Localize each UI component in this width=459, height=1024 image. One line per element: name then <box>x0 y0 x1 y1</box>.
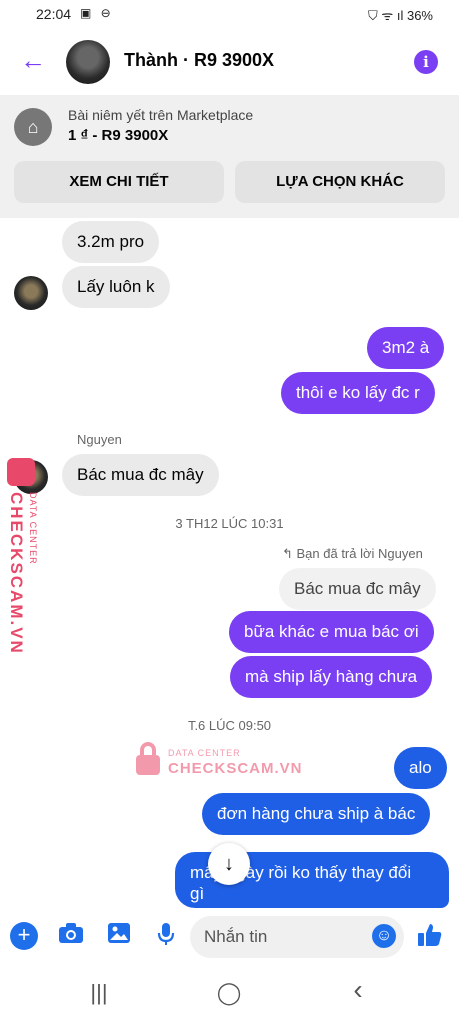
message-incoming[interactable]: 3.2m pro <box>62 221 160 263</box>
listing-title: 1 ₫ - R9 3900X <box>68 127 169 144</box>
back-icon[interactable]: ‹ <box>343 974 373 1006</box>
timestamp: T.6 LÚC 09:50 <box>187 718 272 733</box>
message-outgoing[interactable]: 3m2 à <box>367 327 445 369</box>
timestamp: 3 TH12 LÚC 10:31 <box>175 516 284 531</box>
status-right: ⛉ ᯤ ıl 36% <box>368 6 433 24</box>
info-icon[interactable]: i <box>414 50 438 74</box>
thumbs-up-icon[interactable] <box>416 922 444 950</box>
composer-bar: + Nhắn tin ☺ <box>0 910 459 966</box>
watermark-main: CHECKSCAM.VN <box>7 492 26 655</box>
message-line: gì <box>190 884 205 903</box>
quoted-message[interactable]: Bác mua đc mây <box>279 568 436 610</box>
recent-apps-icon[interactable]: ||| <box>84 980 114 1006</box>
status-bar: 22:04 ▣ ⊖ ⛉ ᯤ ıl 36% <box>0 0 459 30</box>
message-outgoing[interactable]: đơn hàng chưa ship à bác <box>202 793 431 835</box>
watermark-logo-icon <box>7 458 35 486</box>
chat-header: ← Thành · R9 3900X i <box>0 30 459 94</box>
view-details-button[interactable]: XEM CHI TIẾT <box>14 161 224 203</box>
other-options-button[interactable]: LỰA CHỌN KHÁC <box>235 161 445 203</box>
watermark-sub: DATA CENTER <box>168 748 241 758</box>
message-incoming[interactable]: Lấy luôn k <box>62 266 170 308</box>
message-outgoing[interactable]: mà ship lấy hàng chưa <box>230 656 433 698</box>
back-arrow-icon[interactable]: ← <box>20 47 46 73</box>
lock-icon <box>136 742 160 776</box>
camera-icon[interactable] <box>57 922 85 950</box>
battery-level: 36% <box>406 8 433 23</box>
message-outgoing[interactable]: bữa khác e mua bác ơi <box>229 611 434 653</box>
storefront-icon: ⌂ <box>14 108 52 146</box>
emoji-icon[interactable]: ☺ <box>372 924 396 948</box>
message-incoming[interactable]: Bác mua đc mây <box>62 454 219 496</box>
sender-avatar[interactable] <box>14 276 48 310</box>
signal-icon: ⛉ ᯤ ıl <box>368 8 404 23</box>
message-outgoing[interactable]: alo <box>394 747 447 789</box>
watermark-center: DATA CENTER CHECKSCAM.VN <box>136 742 306 782</box>
home-icon[interactable]: ◯ <box>214 980 244 1006</box>
arrow-down-icon: ↓ <box>224 853 234 875</box>
status-time: 22:04 <box>36 6 72 22</box>
message-outgoing[interactable]: thôi e ko lấy đc r <box>281 372 435 414</box>
watermark-sub: DATA CENTER <box>28 492 38 565</box>
marketplace-listing: ⌂ Bài niêm yết trên Marketplace 1 ₫ - R9… <box>0 95 459 218</box>
microphone-icon[interactable] <box>152 922 180 950</box>
gallery-icon[interactable] <box>105 922 133 950</box>
watermark-main: CHECKSCAM.VN <box>168 760 303 777</box>
sender-name: Nguyen <box>77 432 122 447</box>
watermark-side: CHECKSCAM.VN DATA CENTER <box>4 458 40 658</box>
plus-icon[interactable]: + <box>10 922 38 950</box>
avatar[interactable] <box>66 40 110 84</box>
listing-label: Bài niêm yết trên Marketplace <box>68 107 254 123</box>
scroll-down-button[interactable]: ↓ <box>208 843 250 885</box>
chat-title[interactable]: Thành · R9 3900X <box>124 50 274 71</box>
reply-indicator: ↰ Bạn đã trả lời Nguyen <box>282 546 423 561</box>
system-nav-bar: ||| ◯ ‹ <box>0 968 459 1024</box>
notification-icons: ▣ ⊖ <box>80 6 114 20</box>
